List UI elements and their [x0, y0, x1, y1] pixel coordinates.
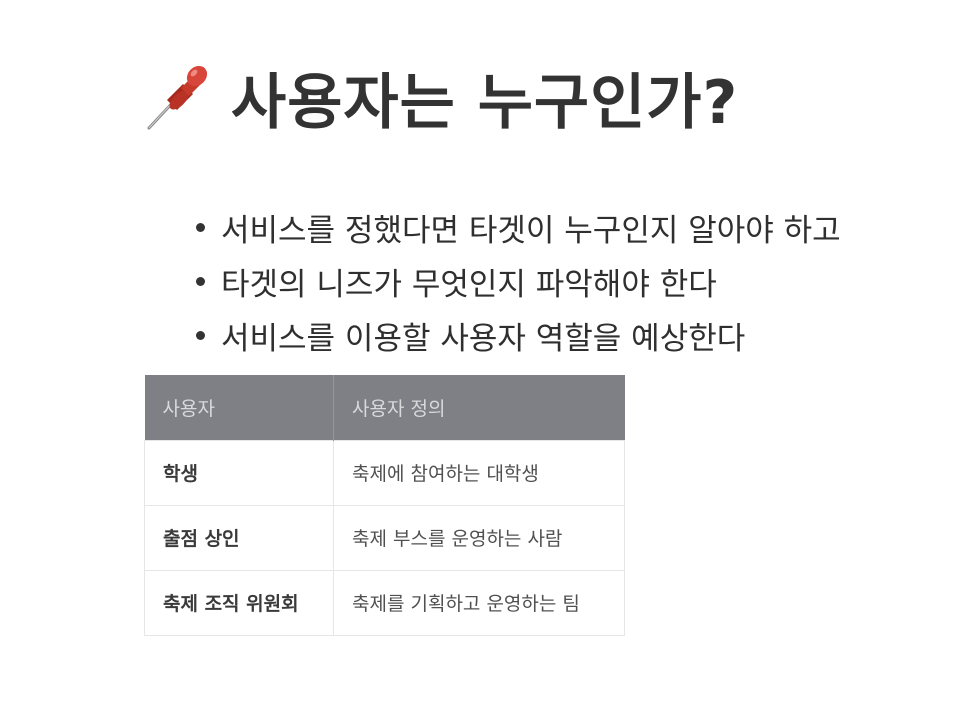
bullet-text: 서비스를 이용할 사용자 역할을 예상한다 — [221, 320, 746, 357]
bullet-list: 서비스를 정했다면 타겟이 누구인지 알아야 하고 타겟의 니즈가 무엇인지 파… — [196, 200, 841, 362]
table-row: 출점 상인 축제 부스를 운영하는 사람 — [144, 504, 625, 571]
header-user-definition: 사용자 정의 — [333, 375, 625, 440]
bullet-item: 서비스를 정했다면 타겟이 누구인지 알아야 하고 — [196, 200, 841, 254]
bullet-dot-icon — [196, 330, 205, 340]
role-cell: 축제 조직 위원회 — [144, 569, 334, 636]
user-role-table: 사용자 사용자 정의 학생 축제에 참여하는 대학생 출점 상인 축제 부스를 … — [144, 375, 625, 636]
role-cell: 출점 상인 — [144, 504, 334, 571]
bullet-item: 타겟의 니즈가 무엇인지 파악해야 한다 — [196, 254, 841, 308]
table-row: 학생 축제에 참여하는 대학생 — [144, 439, 625, 506]
definition-cell: 축제 부스를 운영하는 사람 — [333, 504, 625, 571]
pushpin-icon — [143, 62, 213, 132]
table-row: 축제 조직 위원회 축제를 기획하고 운영하는 팀 — [144, 569, 625, 636]
definition-cell: 축제를 기획하고 운영하는 팀 — [333, 569, 625, 636]
header-user: 사용자 — [144, 375, 334, 440]
table-header-row: 사용자 사용자 정의 — [144, 375, 625, 440]
role-cell: 학생 — [144, 439, 334, 506]
bullet-item: 서비스를 이용할 사용자 역할을 예상한다 — [196, 308, 841, 362]
definition-cell: 축제에 참여하는 대학생 — [333, 439, 625, 506]
bullet-dot-icon — [196, 222, 205, 232]
slide-title: 사용자는 누구인가? — [143, 52, 738, 142]
bullet-dot-icon — [196, 276, 205, 286]
bullet-text: 타겟의 니즈가 무엇인지 파악해야 한다 — [221, 266, 717, 303]
bullet-text: 서비스를 정했다면 타겟이 누구인지 알아야 하고 — [221, 212, 841, 249]
page-title: 사용자는 누구인가? — [231, 67, 739, 138]
